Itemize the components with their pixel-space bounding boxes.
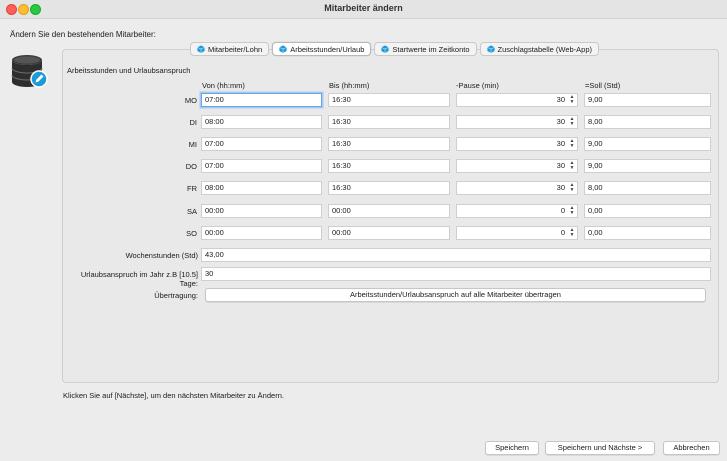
day-label: SO [186,229,197,238]
tab-zuschlagstabelle[interactable]: Zuschlagstabelle (Web-App) [479,42,600,56]
column-header-von: Von (hh:mm) [202,81,245,90]
soll-field: 9,00 [584,159,711,173]
bis-input[interactable]: 00:00 [328,226,450,240]
soll-field: 0,00 [584,204,711,218]
von-input[interactable]: 08:00 [201,115,322,129]
tab-arbeitsstunden-urlaub[interactable]: Arbeitsstunden/Urlaub [272,42,372,56]
pause-value: 30 [556,183,565,192]
pause-value: 30 [556,139,565,148]
stepper-arrows-icon[interactable]: ▲ ▼ [568,117,576,127]
pause-stepper[interactable]: 0 ▲ ▼ [456,226,578,240]
stepper-arrows-icon[interactable]: ▲ ▼ [568,161,576,171]
soll-field: 9,00 [584,93,711,107]
urlaub-label: Urlaubsanspruch im Jahr z.B [10.5] Tage: [80,270,198,288]
von-input[interactable]: 00:00 [201,204,322,218]
pause-stepper[interactable]: 30 ▲ ▼ [456,159,578,173]
bis-input[interactable]: 00:00 [328,204,450,218]
database-edit-icon [11,55,48,88]
cube-icon [486,45,495,53]
von-input[interactable]: 07:00 [201,137,322,151]
stepper-arrows-icon[interactable]: ▲ ▼ [568,95,576,105]
intro-text: Ändern Sie den bestehenden Mitarbeiter: [10,30,156,39]
soll-field: 8,00 [584,181,711,195]
cube-icon [279,45,287,53]
tab-label: Zuschlagstabelle (Web-App) [497,44,593,54]
bis-input[interactable]: 16:30 [328,137,450,151]
pause-stepper[interactable]: 30 ▲ ▼ [456,137,578,151]
day-label: DI [189,118,198,127]
pause-value: 30 [556,95,565,104]
von-input[interactable]: 07:00 [201,93,322,107]
bis-input[interactable]: 16:30 [328,93,450,107]
tab-label: Arbeitsstunden/Urlaub [290,44,365,54]
urlaubsanspruch-input[interactable]: 30 [201,267,711,281]
von-input[interactable]: 00:00 [201,226,322,240]
hint-text: Klicken Sie auf [Nächste], um den nächst… [63,391,284,400]
day-label: MO [184,96,197,105]
column-header-soll: =Soll (Std) [585,81,621,90]
save-next-button[interactable]: Speichern und Nächste > [545,441,655,455]
tab-label: Mitarbeiter/Lohn [208,44,263,54]
wochenstunden-field: 43,00 [201,248,711,262]
pause-value: 30 [556,117,565,126]
stepper-arrows-icon[interactable]: ▲ ▼ [568,228,576,238]
transfer-to-all-button[interactable]: Arbeitsstunden/Urlaubsanspruch auf alle … [205,288,706,302]
tab-label: Startwerte im Zeitkonto [392,44,470,54]
bis-input[interactable]: 16:30 [328,115,450,129]
tab-bar: Mitarbeiter/Lohn Arbeitsstunden/Urlaub S… [190,42,600,57]
von-input[interactable]: 08:00 [201,181,322,195]
day-label: MI [188,140,197,149]
von-input[interactable]: 07:00 [201,159,322,173]
cube-icon [381,45,390,53]
pause-stepper[interactable]: 0 ▲ ▼ [456,204,578,218]
pause-value: 30 [556,161,565,170]
pause-value: 0 [560,206,565,215]
day-label: DO [185,162,197,171]
pause-value: 0 [560,228,565,237]
title-bar: Mitarbeiter ändern [0,0,727,19]
tab-mitarbeiter-lohn[interactable]: Mitarbeiter/Lohn [190,42,270,56]
wochenstunden-label: Wochenstunden (Std) [125,251,198,260]
bis-input[interactable]: 16:30 [328,181,450,195]
day-label: FR [187,184,197,193]
tab-startwerte-zeitkonto[interactable]: Startwerte im Zeitkonto [374,42,477,56]
section-title: Arbeitsstunden und Urlaubsanspruch [67,66,191,75]
day-label: SA [186,207,197,216]
stepper-arrows-icon[interactable]: ▲ ▼ [568,183,576,193]
cancel-button[interactable]: Abbrechen [663,441,720,455]
stepper-arrows-icon[interactable]: ▲ ▼ [568,206,576,216]
stepper-arrows-icon[interactable]: ▲ ▼ [568,139,576,149]
pause-stepper[interactable]: 30 ▲ ▼ [456,93,578,107]
column-header-bis: Bis (hh:mm) [329,81,370,90]
cube-icon [197,45,205,53]
pause-stepper[interactable]: 30 ▲ ▼ [456,181,578,195]
column-header-pause: -Pause (min) [456,81,499,90]
soll-field: 8,00 [584,115,711,129]
pause-stepper[interactable]: 30 ▲ ▼ [456,115,578,129]
window-title: Mitarbeiter ändern [324,3,403,13]
save-button[interactable]: Speichern [485,441,539,455]
uebertragung-label: Übertragung: [154,291,198,300]
soll-field: 0,00 [584,226,711,240]
soll-field: 9,00 [584,137,711,151]
bis-input[interactable]: 16:30 [328,159,450,173]
